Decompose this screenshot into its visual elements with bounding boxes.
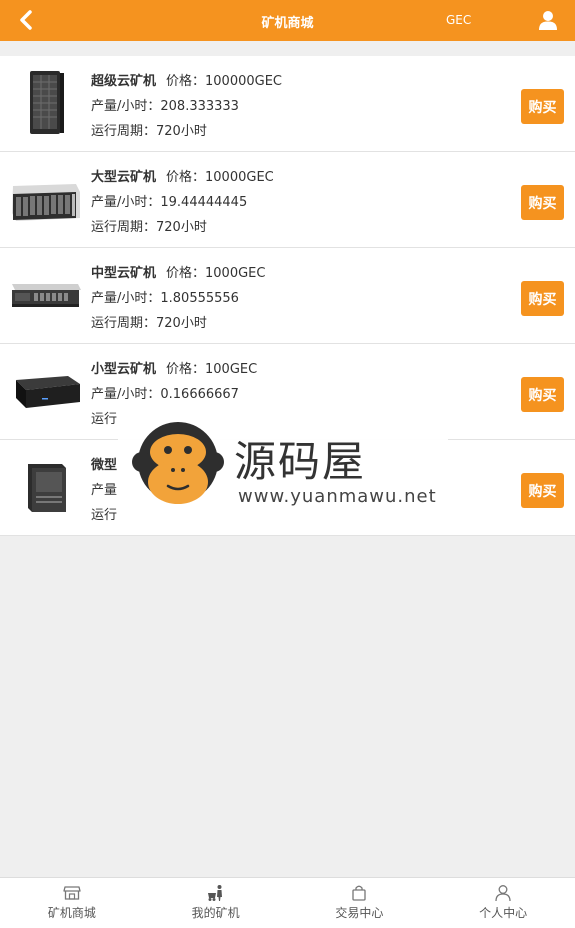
watermark-title: 源码屋 <box>234 437 367 486</box>
monkey-logo-icon <box>132 422 224 504</box>
product-output: 产量/小时：208.333333 <box>91 99 239 114</box>
rack-server-medium-image <box>12 284 81 307</box>
tab-personal-center[interactable]: 个人中心 <box>431 878 575 928</box>
product-price: 价格：10000GEC <box>166 170 274 185</box>
product-cycle: 运行周期：720小时 <box>91 124 207 139</box>
tab-label: 交易中心 <box>335 906 384 920</box>
tab-label: 矿机商城 <box>47 906 96 920</box>
bag-icon <box>352 885 367 901</box>
product-name: 大型云矿机 <box>91 170 157 185</box>
product-output: 产量/小时：1.80555556 <box>91 291 239 306</box>
tab-label: 我的矿机 <box>191 906 240 920</box>
product-price: 价格：100GEC <box>166 362 258 377</box>
product-output: 产量/小时：19.44444445 <box>91 195 248 210</box>
product-price: 价格：100000GEC <box>166 74 283 89</box>
buy-button[interactable]: 购买 <box>521 89 564 124</box>
currency-unit: GEC <box>446 13 472 27</box>
product-item-super: 超级云矿机 价格：100000GEC 产量/小时：208.333333 运行周期：… <box>0 56 575 152</box>
product-info: 中型云矿机 价格：1000GEC 产量/小时：1.80555556 运行周期：72… <box>91 261 265 336</box>
user-icon[interactable] <box>539 10 557 30</box>
product-price: 价格：1000GEC <box>166 266 266 281</box>
product-cycle: 运行周期：720小时 <box>91 316 207 331</box>
product-info: 超级云矿机 价格：100000GEC 产量/小时：208.333333 运行周期：… <box>91 69 282 144</box>
mini-server-image <box>16 376 80 408</box>
tab-my-miners[interactable]: 我的矿机 <box>144 878 288 928</box>
micro-server-image <box>28 464 66 512</box>
rack-server-large-image <box>12 184 80 221</box>
product-name: 中型云矿机 <box>91 266 157 281</box>
person-icon <box>495 885 511 902</box>
watermark-url: www.yuanmawu.net <box>238 486 437 507</box>
watermark: 源码屋 www.yuanmawu.net <box>118 408 448 520</box>
tab-store[interactable]: 矿机商城 <box>0 878 144 928</box>
product-cycle: 运行周期：720小时 <box>91 220 207 235</box>
product-name: 超级云矿机 <box>91 74 157 89</box>
buy-button[interactable]: 购买 <box>521 185 564 220</box>
miner-icon <box>207 885 222 901</box>
product-name: 小型云矿机 <box>91 362 157 377</box>
tab-trade-center[interactable]: 交易中心 <box>288 878 432 928</box>
product-name: 微型 <box>91 458 118 473</box>
buy-button[interactable]: 购买 <box>521 473 564 508</box>
product-output: 产量/小时：0.16666667 <box>91 387 239 402</box>
tab-label: 个人中心 <box>479 906 528 920</box>
buy-button[interactable]: 购买 <box>521 281 564 316</box>
product-item-medium: 中型云矿机 价格：1000GEC 产量/小时：1.80555556 运行周期：72… <box>0 248 575 344</box>
app-header: 矿机商城 GEC <box>0 0 575 41</box>
store-icon <box>63 886 81 900</box>
bottom-tab-bar: 矿机商城 我的矿机 交易中心 个人中心 <box>0 877 575 928</box>
tower-server-image <box>30 71 64 134</box>
buy-button[interactable]: 购买 <box>521 377 564 412</box>
page-title: 矿机商城 <box>261 16 314 31</box>
product-item-large: 大型云矿机 价格：10000GEC 产量/小时：19.44444445 运行周期：… <box>0 152 575 248</box>
product-info: 大型云矿机 价格：10000GEC 产量/小时：19.44444445 运行周期：… <box>91 165 274 240</box>
